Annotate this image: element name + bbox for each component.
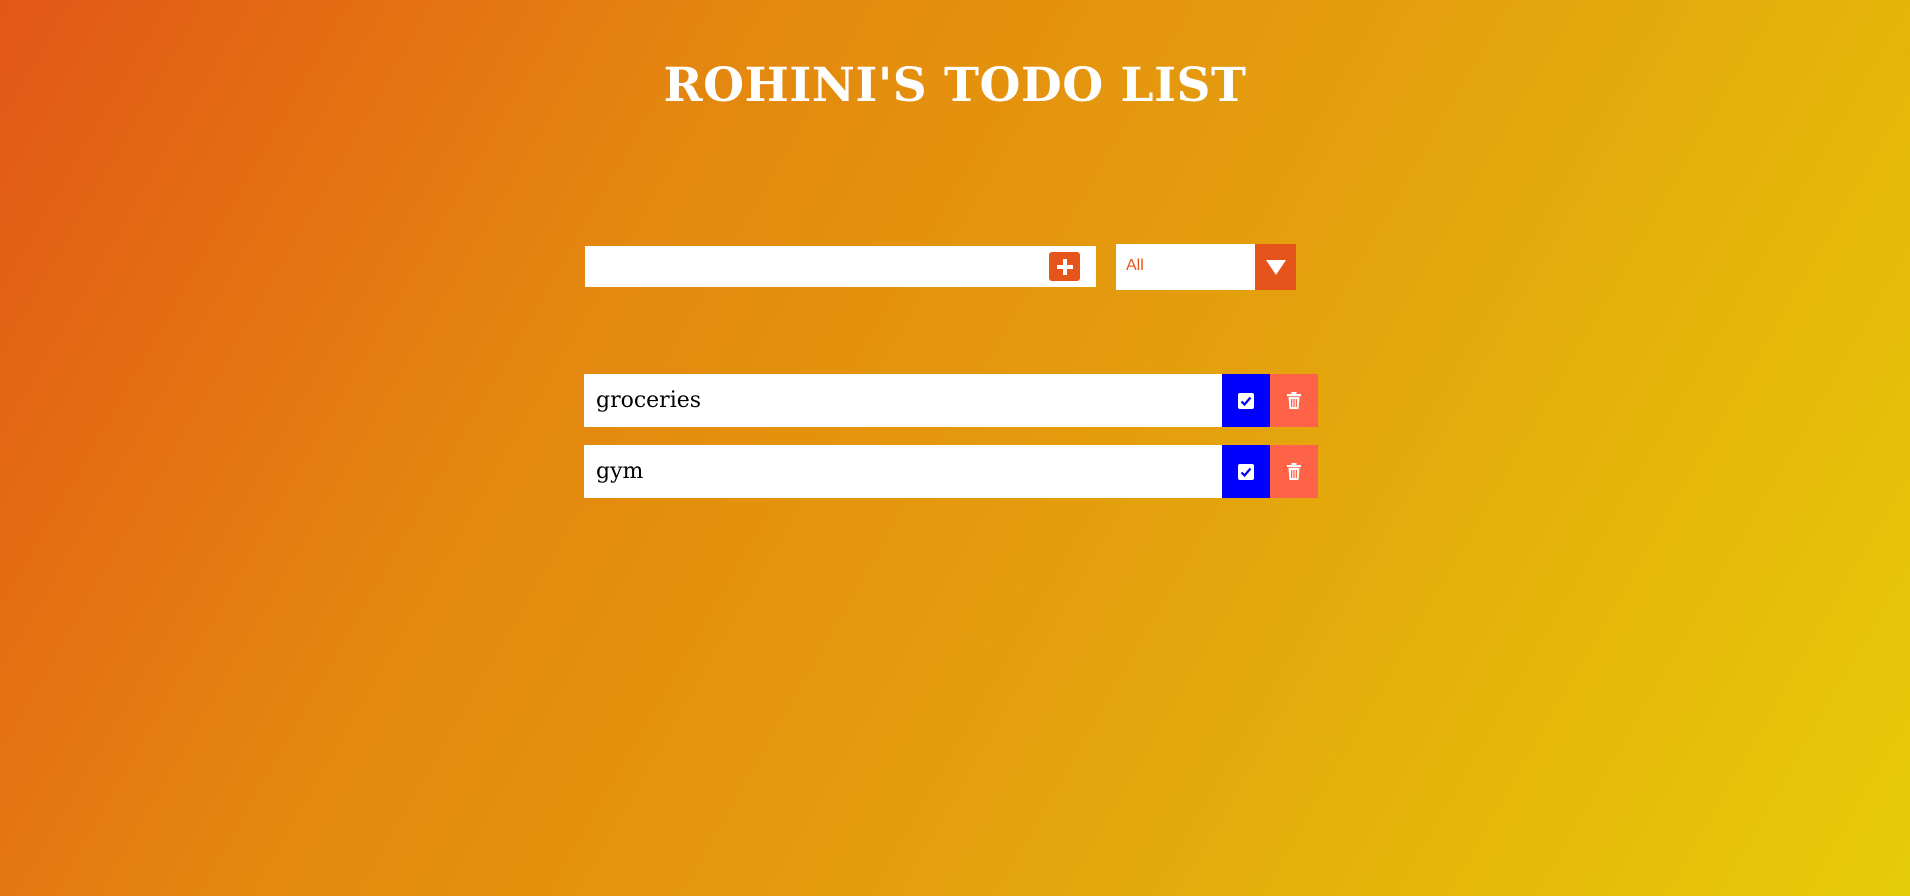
check-square-icon bbox=[1238, 463, 1254, 480]
plus-square-icon bbox=[1056, 258, 1073, 275]
complete-button[interactable] bbox=[1222, 374, 1270, 427]
delete-button[interactable] bbox=[1270, 445, 1318, 498]
trash-icon bbox=[1287, 392, 1301, 409]
filter-selected-value: All bbox=[1126, 257, 1144, 274]
todo-input-container bbox=[585, 246, 1096, 287]
filter-select[interactable]: All bbox=[1116, 244, 1296, 290]
todo-text: groceries bbox=[584, 374, 1222, 427]
filter-arrow[interactable] bbox=[1255, 244, 1296, 290]
delete-button[interactable] bbox=[1270, 374, 1318, 427]
todo-text: gym bbox=[584, 445, 1222, 498]
add-todo-button[interactable] bbox=[1049, 252, 1080, 281]
page-title: ROHINI'S TODO LIST bbox=[663, 58, 1247, 113]
todo-input[interactable] bbox=[585, 246, 1035, 287]
caret-down-icon bbox=[1265, 260, 1286, 275]
todo-item: gym bbox=[584, 445, 1318, 498]
check-square-icon bbox=[1238, 392, 1254, 409]
todo-item: groceries bbox=[584, 374, 1318, 427]
trash-icon bbox=[1287, 463, 1301, 480]
complete-button[interactable] bbox=[1222, 445, 1270, 498]
todo-list: groceries gym bbox=[584, 374, 1318, 516]
